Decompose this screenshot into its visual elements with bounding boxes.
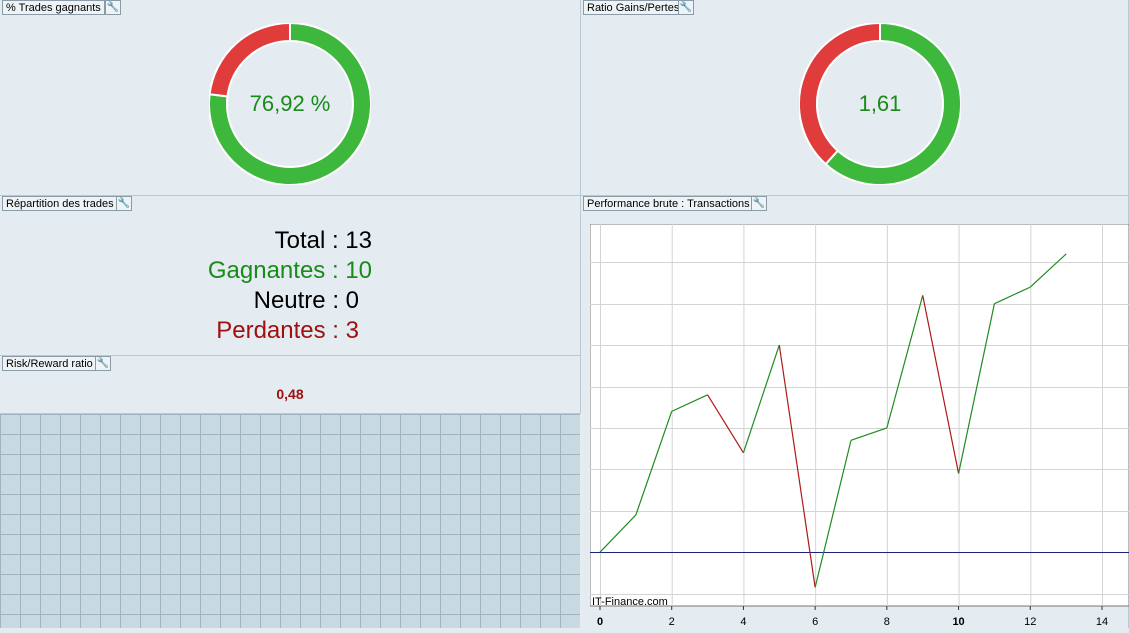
neutral-trades: Neutre : 0 — [253, 287, 359, 314]
risk-reward-title: Risk/Reward ratio — [2, 356, 97, 371]
x-tick-label: 6 — [812, 616, 818, 628]
x-tick-label: 8 — [884, 616, 890, 628]
wrench-icon[interactable]: 🔧 — [678, 0, 694, 15]
performance-title: Performance brute : Transactions — [583, 196, 754, 211]
total-trades: Total : 13 — [274, 227, 372, 254]
gain-loss-ratio-title: Ratio Gains/Pertes — [583, 0, 684, 15]
gain-loss-donut: 1,61 — [798, 21, 962, 186]
win-rate-panel: % Trades gagnants 🔧 76,92 % — [0, 0, 581, 196]
wrench-icon[interactable]: 🔧 — [116, 196, 132, 211]
wrench-icon[interactable]: 🔧 — [95, 356, 111, 371]
risk-reward-panel: Risk/Reward ratio 🔧 — [0, 356, 581, 414]
gain-loss-ratio-value: 1,61 — [858, 91, 902, 116]
winning-trades: Gagnantes : 10 — [207, 257, 372, 284]
wrench-icon[interactable]: 🔧 — [751, 196, 767, 211]
losing-slice — [208, 21, 291, 98]
risk-reward-value: 0,48 — [276, 386, 304, 402]
win-rate-value: 76,92 % — [249, 91, 331, 116]
win-rate-donut: 76,92 % — [208, 21, 372, 186]
x-tick-label: 0 — [597, 616, 603, 628]
x-tick-label: 2 — [669, 616, 675, 628]
performance-chart: IT-Finance.com 0 2 4 6 8 10 12 14 — [589, 223, 1129, 633]
x-tick-label: 14 — [1096, 616, 1108, 628]
empty-grid-area — [0, 414, 580, 628]
watermark: IT-Finance.com — [592, 596, 668, 608]
x-tick-label: 10 — [952, 616, 964, 628]
wrench-icon[interactable]: 🔧 — [105, 0, 121, 15]
win-rate-title: % Trades gagnants — [2, 0, 105, 15]
trade-distribution-panel: Répartition des trades 🔧 Total : 13 Gagn… — [0, 196, 581, 356]
trade-distribution-title: Répartition des trades — [2, 196, 118, 211]
gain-loss-ratio-panel: Ratio Gains/Pertes 🔧 1,61 — [581, 0, 1129, 196]
x-tick-label: 4 — [740, 616, 746, 628]
losing-trades: Perdantes : 3 — [216, 317, 359, 344]
x-tick-label: 12 — [1024, 616, 1036, 628]
